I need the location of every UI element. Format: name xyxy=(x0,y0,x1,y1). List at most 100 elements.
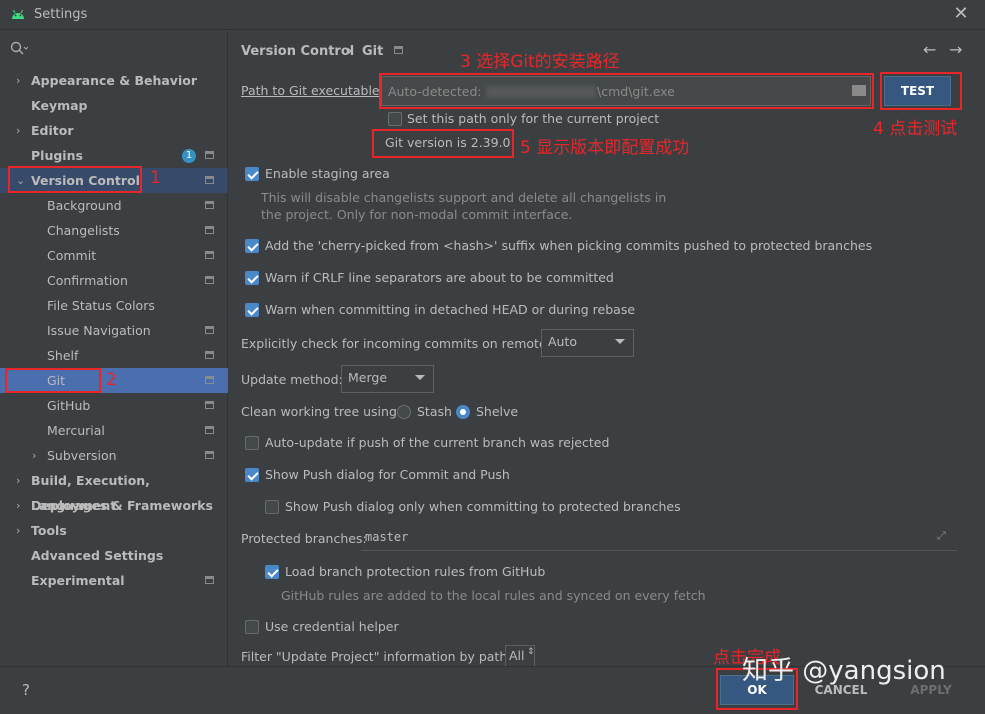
sidebar-item-editor[interactable]: › Editor xyxy=(0,118,228,143)
updown-icon: ⇕ xyxy=(527,647,535,657)
update-method-label: Update method: xyxy=(241,372,343,387)
incoming-commits-dropdown[interactable]: Auto xyxy=(541,329,634,357)
help-icon[interactable]: ? xyxy=(22,681,30,699)
sidebar-item-advanced-settings[interactable]: Advanced Settings xyxy=(0,543,228,568)
plugins-count-badge: 1 xyxy=(182,149,196,163)
project-settings-icon xyxy=(205,351,214,359)
protected-branches-input[interactable]: master ⤢ xyxy=(361,525,957,551)
forward-arrow-icon[interactable]: → xyxy=(949,40,962,59)
path-label: Path to Git executable: xyxy=(241,83,384,98)
annotation-label-5: 5 显示版本即配置成功 xyxy=(520,138,690,158)
sidebar-item-background[interactable]: Background xyxy=(0,193,228,218)
sidebar-item-commit[interactable]: Commit xyxy=(0,243,228,268)
crlf-warning-checkbox[interactable] xyxy=(245,271,259,285)
chevron-down-icon xyxy=(415,375,425,380)
sidebar-item-subversion[interactable]: › Subversion xyxy=(0,443,228,468)
stash-label: Stash xyxy=(417,404,452,419)
title-bar: Settings ✕ xyxy=(0,0,985,30)
sidebar-item-shelf[interactable]: Shelf xyxy=(0,343,228,368)
filter-paths-dropdown[interactable]: All ⇕ xyxy=(505,645,535,667)
staging-area-label: Enable staging area xyxy=(265,166,390,181)
sidebar-item-issue-navigation[interactable]: Issue Navigation xyxy=(0,318,228,343)
breadcrumb-separator: › xyxy=(347,44,353,59)
sidebar-item-appearance[interactable]: › Appearance & Behavior xyxy=(0,68,228,93)
project-settings-icon xyxy=(205,376,214,384)
search-icon[interactable] xyxy=(10,41,40,57)
android-logo-icon xyxy=(12,9,24,19)
stash-radio[interactable] xyxy=(397,405,411,419)
sidebar-item-github[interactable]: GitHub xyxy=(0,393,228,418)
sidebar-item-confirmation[interactable]: Confirmation xyxy=(0,268,228,293)
show-push-protected-label: Show Push dialog only when committing to… xyxy=(285,499,681,514)
project-settings-icon xyxy=(205,226,214,234)
project-settings-icon xyxy=(205,576,214,584)
sidebar-item-keymap[interactable]: Keymap xyxy=(0,93,228,118)
incoming-commits-label: Explicitly check for incoming commits on… xyxy=(241,336,558,351)
annotation-label-4: 4 点击测试 xyxy=(873,119,958,139)
only-current-project-label: Set this path only for the current proje… xyxy=(407,111,660,126)
detached-head-label: Warn when committing in detached HEAD or… xyxy=(265,302,636,317)
sidebar-item-plugins[interactable]: Plugins 1 xyxy=(0,143,228,168)
sidebar-item-build[interactable]: › Build, Execution, Deployment xyxy=(0,468,228,513)
crlf-warning-label: Warn if CRLF line separators are about t… xyxy=(265,270,614,285)
project-settings-icon xyxy=(205,451,214,459)
annotation-box-path xyxy=(379,73,874,109)
shelve-radio[interactable] xyxy=(456,405,470,419)
cherry-pick-checkbox[interactable] xyxy=(245,239,259,253)
annotation-label-2: 2 xyxy=(106,370,117,390)
chevron-right-icon: › xyxy=(16,474,21,487)
auto-update-checkbox[interactable] xyxy=(245,436,259,450)
project-settings-icon xyxy=(205,276,214,284)
sidebar-item-tools[interactable]: › Tools xyxy=(0,518,228,543)
project-settings-icon xyxy=(394,46,403,54)
auto-update-label: Auto-update if push of the current branc… xyxy=(265,435,610,450)
protected-branches-label: Protected branches: xyxy=(241,531,367,546)
clean-tree-label: Clean working tree using: xyxy=(241,404,402,419)
zhihu-watermark: 知乎 @yangsion xyxy=(742,656,946,686)
load-rules-checkbox[interactable] xyxy=(265,565,279,579)
project-settings-icon xyxy=(205,401,214,409)
filter-paths-label: Filter "Update Project" information by p… xyxy=(241,649,518,664)
breadcrumb-current: Git xyxy=(362,44,384,59)
chevron-right-icon: › xyxy=(16,524,21,537)
annotation-box-version-control xyxy=(8,166,142,193)
cherry-pick-label: Add the 'cherry-picked from <hash>' suff… xyxy=(265,238,873,253)
sidebar-item-mercurial[interactable]: Mercurial xyxy=(0,418,228,443)
annotation-box-version xyxy=(372,129,514,158)
close-icon[interactable]: ✕ xyxy=(952,4,970,24)
update-method-dropdown[interactable]: Merge xyxy=(341,365,434,393)
credential-helper-label: Use credential helper xyxy=(265,619,399,634)
annotation-label-3: 3 选择Git的安装路径 xyxy=(460,52,620,72)
shelve-label: Shelve xyxy=(476,404,519,419)
annotation-label-1: 1 xyxy=(150,168,161,188)
back-arrow-icon[interactable]: ← xyxy=(923,40,936,59)
project-settings-icon xyxy=(205,151,214,159)
load-rules-label: Load branch protection rules from GitHub xyxy=(285,564,546,579)
staging-area-checkbox[interactable] xyxy=(245,167,259,181)
show-push-label: Show Push dialog for Commit and Push xyxy=(265,467,510,482)
project-settings-icon xyxy=(205,176,214,184)
detached-head-checkbox[interactable] xyxy=(245,303,259,317)
annotation-box-git xyxy=(5,368,101,393)
load-rules-hint: GitHub rules are added to the local rule… xyxy=(281,588,706,603)
git-settings-panel: Version Control › Git ← → Path to Git ex… xyxy=(229,31,985,667)
staging-hint-line-1: This will disable changelists support an… xyxy=(261,190,667,205)
chevron-right-icon: › xyxy=(16,499,21,512)
project-settings-icon xyxy=(205,426,214,434)
expand-icon[interactable]: ⤢ xyxy=(937,529,946,543)
sidebar-item-experimental[interactable]: Experimental xyxy=(0,568,228,593)
settings-sidebar: › Appearance & Behavior Keymap › Editor Pl… xyxy=(0,31,228,666)
show-push-protected-checkbox[interactable] xyxy=(265,500,279,514)
credential-helper-checkbox[interactable] xyxy=(245,620,259,634)
sidebar-item-changelists[interactable]: Changelists xyxy=(0,218,228,243)
chevron-right-icon: › xyxy=(32,449,37,462)
sidebar-item-languages[interactable]: › Languages & Frameworks xyxy=(0,493,228,518)
sidebar-item-file-status-colors[interactable]: File Status Colors xyxy=(0,293,228,318)
staging-hint-line-2: the project. Only for non-modal commit i… xyxy=(261,207,573,222)
chevron-right-icon: › xyxy=(16,124,21,137)
breadcrumb-parent[interactable]: Version Control xyxy=(241,44,354,59)
only-current-project-checkbox[interactable] xyxy=(388,112,402,126)
annotation-box-test xyxy=(880,72,962,110)
chevron-down-icon xyxy=(615,339,625,344)
show-push-checkbox[interactable] xyxy=(245,468,259,482)
